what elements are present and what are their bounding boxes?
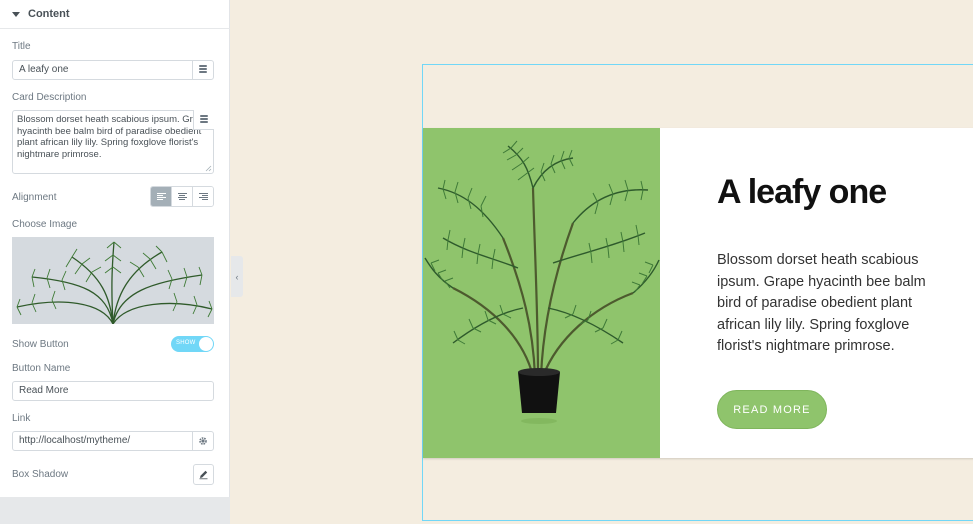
gear-icon [199,437,207,445]
button-name-label: Button Name [12,363,71,374]
read-more-button[interactable]: READ MORE [717,390,827,429]
collapse-panel-handle[interactable]: ‹ [231,256,243,297]
align-right-icon [198,192,208,201]
align-left-icon [156,192,166,201]
card-image [423,128,660,458]
image-chooser[interactable] [12,237,214,324]
description-dynamic-button[interactable] [193,110,214,130]
button-name-input[interactable]: Read More [12,381,214,401]
align-right-button[interactable] [193,187,213,206]
panel-footer-area [0,497,230,524]
resize-grip-icon[interactable] [205,165,212,172]
show-button-toggle[interactable]: SHOW [171,336,214,352]
caret-down-icon [12,11,20,17]
database-icon [199,65,207,75]
card-title: A leafy one [717,173,887,211]
alignment-label: Alignment [12,192,57,203]
content-section-header[interactable]: Content [0,0,230,29]
section-title: Content [28,8,70,20]
choose-image-label: Choose Image [12,219,78,230]
pencil-icon [199,470,208,480]
box-shadow-label: Box Shadow [12,469,69,480]
title-input[interactable]: A leafy one [12,60,193,80]
show-button-label: Show Button [12,339,69,350]
chevron-left-icon: ‹ [235,271,239,282]
title-label: Title [12,41,31,52]
align-left-button[interactable] [151,187,172,206]
description-label: Card Description [12,92,87,103]
dynamic-tags-button[interactable] [192,60,214,80]
description-textarea[interactable]: Blossom dorset heath scabious ipsum. Gra… [12,110,214,174]
card-description: Blossom dorset heath scabious ipsum. Gra… [717,252,926,354]
database-icon [200,114,208,125]
align-center-icon [177,192,187,201]
alignment-control [150,186,214,207]
toggle-knob [199,337,213,351]
box-shadow-edit-button[interactable] [193,464,214,485]
palm-plant-image [424,140,660,424]
link-options-button[interactable] [192,431,214,451]
editor-panel: Content Title A leafy one Card Descripti… [0,0,230,524]
info-card[interactable]: A leafy one Blossom dorset heath scabiou… [423,128,973,458]
link-input[interactable]: http://localhost/mytheme/ [12,431,193,451]
link-label: Link [12,413,31,424]
toggle-state-text: SHOW [176,340,196,346]
palm-plant-thumbnail [16,241,213,324]
align-center-button[interactable] [172,187,193,206]
